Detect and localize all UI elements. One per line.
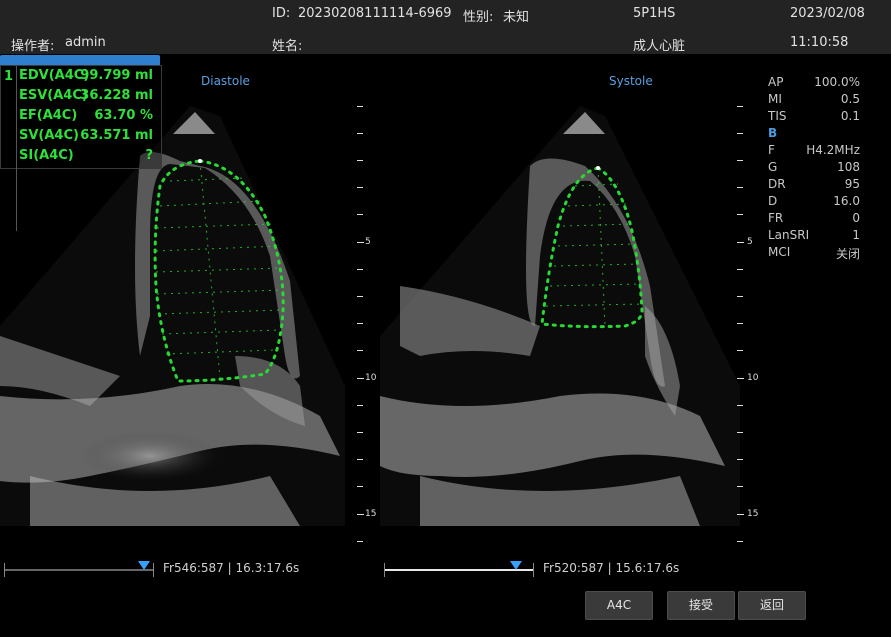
exam-date: 2023/02/08 bbox=[790, 6, 865, 21]
slider-handle-icon[interactable] bbox=[138, 561, 150, 570]
left-depth-ruler: 5 10 15 bbox=[357, 56, 387, 546]
measurement-panel[interactable]: 1 EDV(A4C) 99.799 ml ESV(A4C) 36.228 ml … bbox=[0, 55, 162, 231]
right-depth-ruler: 5 10 15 bbox=[737, 56, 767, 546]
measurement-label: EDV(A4C) bbox=[19, 68, 90, 83]
param-ap-key: AP bbox=[768, 75, 784, 89]
measurement-row-sv[interactable]: SV(A4C) 63.571 ml bbox=[1, 126, 159, 146]
measurement-value: 63.571 ml bbox=[80, 128, 153, 143]
measurement-row-ef[interactable]: EF(A4C) 63.70 % bbox=[1, 106, 159, 126]
param-f-value: H4.2MHz bbox=[806, 143, 860, 157]
measurement-value: 36.228 ml bbox=[80, 88, 153, 103]
measurement-row-edv[interactable]: EDV(A4C) 99.799 ml bbox=[1, 66, 159, 86]
right-cine-slider[interactable] bbox=[384, 561, 536, 577]
param-tis-value: 0.1 bbox=[840, 109, 860, 123]
operator-label: 操作者: bbox=[11, 39, 55, 54]
header-bar: ID: 20230208111114-6969 性别: 未知 5P1HS 202… bbox=[0, 0, 891, 54]
systole-image bbox=[380, 106, 740, 526]
param-g-value: 108 bbox=[837, 160, 860, 174]
depth-label-10: 10 bbox=[365, 373, 377, 383]
param-lansri-value: 1 bbox=[852, 228, 860, 242]
depth-label-10-right: 10 bbox=[747, 373, 759, 383]
systole-title: Systole bbox=[609, 74, 653, 88]
right-frame-info: Fr520:587 | 15.6:17.6s bbox=[543, 561, 680, 575]
left-frame-info: Fr546:587 | 16.3:17.6s bbox=[163, 561, 300, 575]
measurement-label: SV(A4C) bbox=[19, 128, 79, 143]
sex-value: 未知 bbox=[503, 10, 530, 25]
param-dr-key: DR bbox=[768, 177, 786, 191]
diastole-title: Diastole bbox=[201, 74, 250, 88]
param-d-value: 16.0 bbox=[833, 194, 860, 208]
depth-label-15: 15 bbox=[365, 509, 377, 519]
measurement-value: ? bbox=[145, 148, 153, 163]
measurement-label: SI(A4C) bbox=[19, 148, 74, 163]
accept-button[interactable]: 接受 bbox=[667, 591, 735, 620]
slider-handle-icon[interactable] bbox=[510, 561, 522, 570]
measurement-row-si[interactable]: SI(A4C) ? bbox=[1, 146, 159, 166]
depth-label-5-right: 5 bbox=[747, 237, 753, 247]
param-fr-value: 0 bbox=[852, 211, 860, 225]
param-lansri-key: LanSRI bbox=[768, 228, 810, 242]
patient-id: 20230208111114-6969 bbox=[298, 6, 452, 21]
a4c-button[interactable]: A4C bbox=[585, 591, 653, 620]
operator-value: admin bbox=[65, 35, 106, 50]
slider-start-marker bbox=[384, 563, 385, 577]
measurement-divider bbox=[16, 66, 17, 231]
depth-label-15-right: 15 bbox=[747, 509, 759, 519]
measurement-panel-titlebar[interactable] bbox=[0, 55, 160, 65]
measurement-label: EF(A4C) bbox=[19, 108, 78, 123]
param-mi-key: MI bbox=[768, 92, 782, 106]
param-d-key: D bbox=[768, 194, 778, 208]
param-g-key: G bbox=[768, 160, 778, 174]
name-label: 姓名: bbox=[272, 39, 303, 54]
id-label: ID: bbox=[272, 6, 291, 21]
param-f-key: F bbox=[768, 143, 775, 157]
measurement-row-esv[interactable]: ESV(A4C) 36.228 ml bbox=[1, 86, 159, 106]
exam-type: 成人心脏 bbox=[633, 39, 686, 54]
imaging-params: AP 100.0% MI 0.5 TIS 0.1 B F H4.2MHz G 108 DR… bbox=[768, 75, 860, 262]
param-mci-value: 关闭 bbox=[835, 247, 860, 261]
param-ap-value: 100.0% bbox=[814, 75, 860, 89]
probe-name: 5P1HS bbox=[633, 6, 676, 21]
param-mi-value: 0.5 bbox=[840, 92, 860, 106]
measurement-value: 63.70 % bbox=[94, 108, 153, 123]
exam-time: 11:10:58 bbox=[790, 35, 849, 50]
sex-label: 性别: bbox=[463, 10, 494, 25]
param-mci-key: MCI bbox=[768, 245, 791, 259]
slider-start-marker bbox=[4, 563, 5, 577]
slider-end-marker bbox=[533, 563, 534, 577]
left-cine-slider[interactable] bbox=[4, 561, 156, 577]
param-fr-key: FR bbox=[768, 211, 784, 225]
measurement-list: 1 EDV(A4C) 99.799 ml ESV(A4C) 36.228 ml … bbox=[0, 65, 162, 169]
mode-label: B bbox=[768, 126, 778, 140]
param-dr-value: 95 bbox=[844, 177, 860, 191]
param-tis-key: TIS bbox=[768, 109, 787, 123]
back-button[interactable]: 返回 bbox=[738, 591, 806, 620]
slider-end-marker bbox=[153, 563, 154, 577]
measurement-label: ESV(A4C) bbox=[19, 88, 88, 103]
measurement-value: 99.799 ml bbox=[80, 68, 153, 83]
depth-label-5: 5 bbox=[365, 237, 371, 247]
